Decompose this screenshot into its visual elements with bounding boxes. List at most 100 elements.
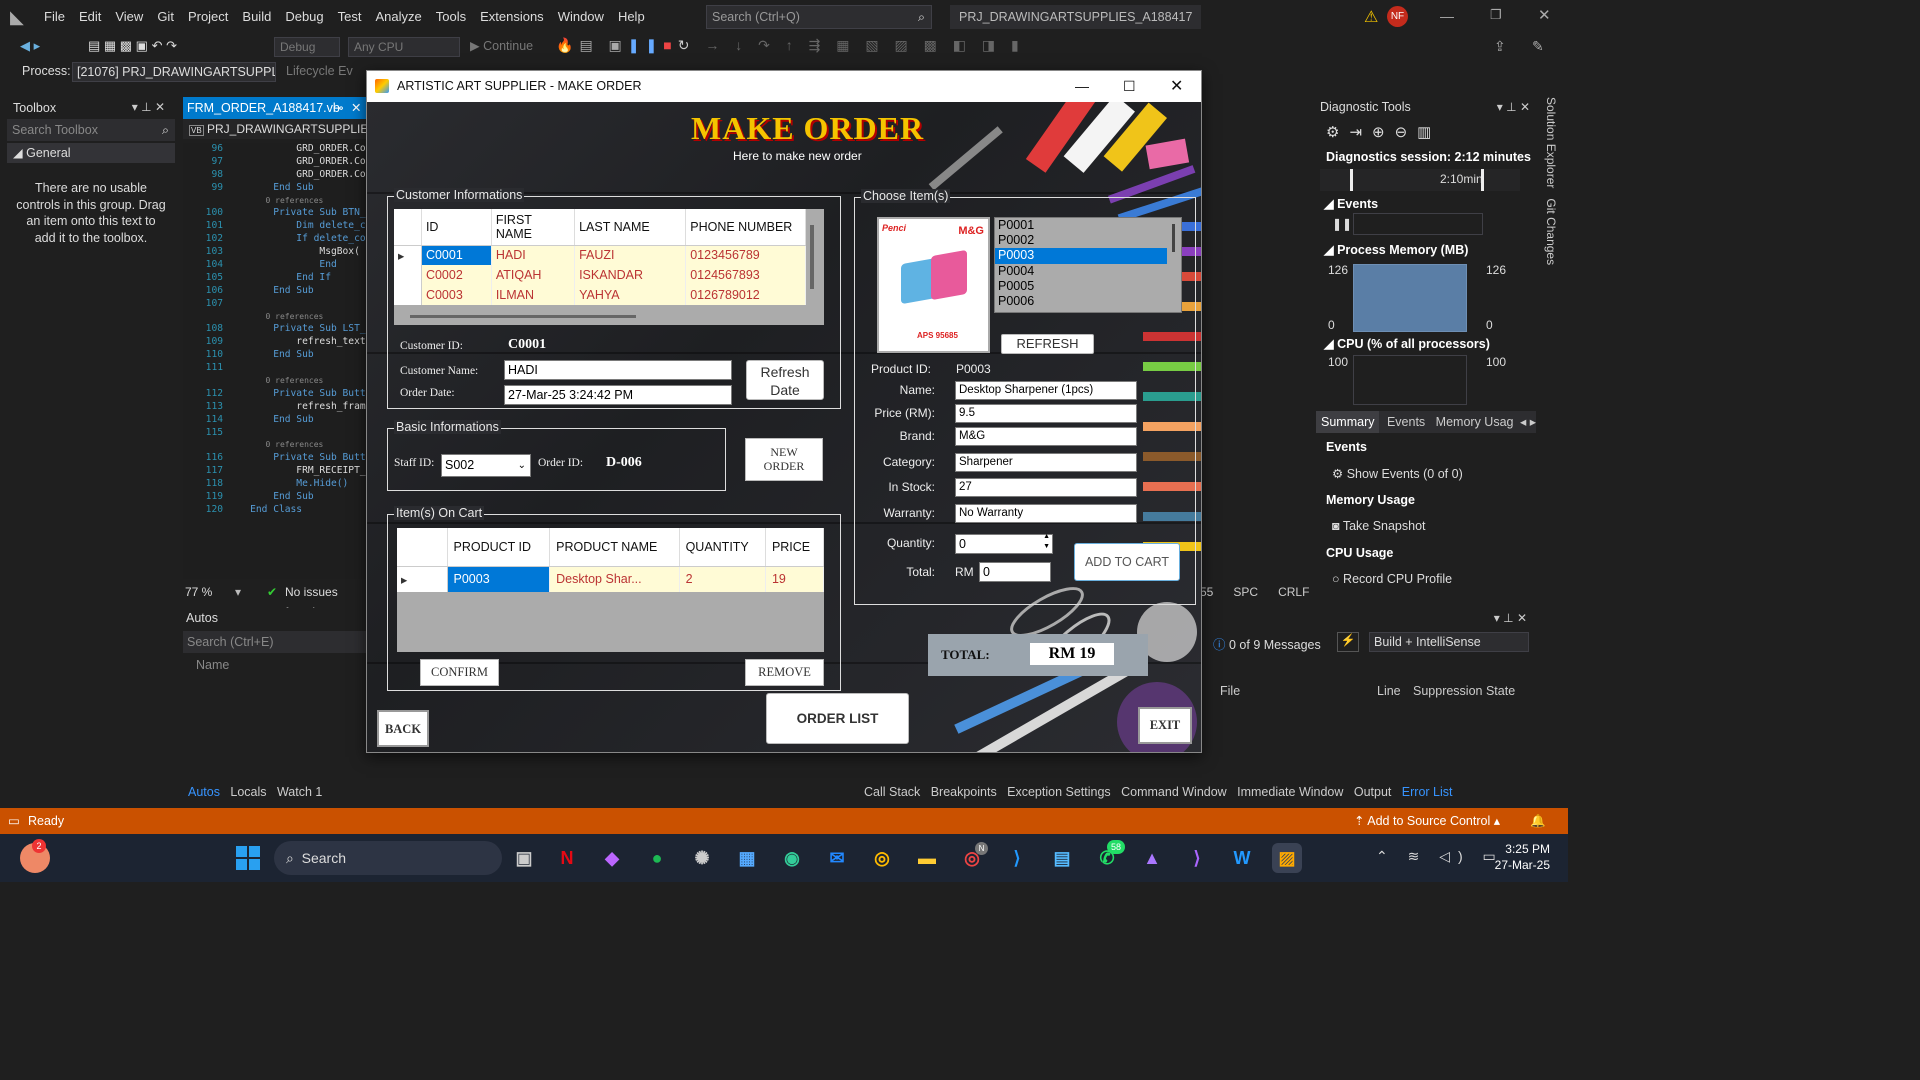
task-view-icon[interactable]: ▣ xyxy=(509,843,539,873)
customer-cell[interactable]: ISKANDAR xyxy=(574,265,687,285)
product-list-item[interactable]: P0002 xyxy=(995,233,1167,248)
menu-debug[interactable]: Debug xyxy=(278,0,330,34)
file-toolbar-icons[interactable]: ▤ ▦ ▩ ▣ ↶ ↷ xyxy=(88,38,177,54)
user-avatar[interactable]: NF xyxy=(1387,6,1408,27)
customer-row[interactable]: ▸ C0001 HADI FAUZI 0123456789 xyxy=(394,245,806,265)
running-app-icon[interactable]: ▨ xyxy=(1272,843,1302,873)
menu-build[interactable]: Build xyxy=(235,0,278,34)
tab-summary[interactable]: Summary xyxy=(1316,411,1380,433)
row-header[interactable] xyxy=(394,265,422,285)
code-line[interactable]: 113 refresh_fram xyxy=(183,401,366,414)
menu-project[interactable]: Project xyxy=(181,0,235,34)
tab-scroll-icon[interactable]: ◂ ▸ xyxy=(1516,415,1536,429)
col-suppression[interactable]: Suppression State xyxy=(1413,684,1515,698)
code-line[interactable]: 98 GRD_ORDER.Co xyxy=(183,169,366,182)
close-tab-icon[interactable]: ✕ xyxy=(351,97,361,119)
chevron-down-icon[interactable]: ▾ xyxy=(235,582,241,602)
file-explorer-icon[interactable]: ▬ xyxy=(912,843,942,873)
start-icon[interactable] xyxy=(236,846,260,870)
code-line[interactable]: 106 End Sub xyxy=(183,285,366,298)
code-line[interactable]: 0 references xyxy=(183,311,366,324)
listbox-scrollbar[interactable] xyxy=(1172,224,1175,252)
confirm-button[interactable]: CONFIRM xyxy=(420,659,499,686)
code-line[interactable]: 118 Me.Hide() xyxy=(183,478,366,491)
code-line[interactable]: 115 xyxy=(183,427,366,440)
restore-icon[interactable]: ❐ xyxy=(1490,7,1502,23)
menu-test[interactable]: Test xyxy=(331,0,369,34)
customer-grid[interactable]: ID FIRST NAME LAST NAME PHONE NUMBER ▸ C0001 H… xyxy=(394,209,824,325)
row-header[interactable] xyxy=(394,285,422,305)
customer-col-header[interactable]: LAST NAME xyxy=(574,209,687,246)
tab-call-stack[interactable]: Call Stack xyxy=(864,785,920,799)
row-header[interactable]: ▸ xyxy=(397,566,448,592)
process-dropdown[interactable]: [21076] PRJ_DRAWINGARTSUPPLIE xyxy=(72,62,276,82)
customer-cell[interactable]: C0001 xyxy=(421,245,492,265)
visual-studio-icon[interactable]: ⟩ xyxy=(1182,843,1212,873)
cart-cell[interactable]: 2 xyxy=(679,566,766,592)
tab-git-changes[interactable]: Git Changes xyxy=(1544,198,1558,265)
diag-events-header[interactable]: ◢ Events xyxy=(1324,196,1378,211)
chatgpt-icon[interactable]: ✺ xyxy=(687,843,717,873)
customer-row[interactable]: C0003 ILMAN YAHYA 0126789012 xyxy=(394,285,806,305)
back-nav-icon[interactable]: ◀ ▸ xyxy=(20,38,40,54)
code-line[interactable]: 120 End Class xyxy=(183,504,366,517)
editor-breadcrumb[interactable]: VB PRJ_DRAWINGARTSUPPLIES_A xyxy=(183,119,366,139)
customer-col-header[interactable]: FIRST NAME xyxy=(491,209,576,246)
vs-search-box[interactable]: Search (Ctrl+Q) ⌕ xyxy=(706,5,932,29)
customer-name-field[interactable]: HADI xyxy=(504,360,732,380)
grid-hscrollbar[interactable] xyxy=(410,315,636,318)
new-order-button[interactable]: NEW ORDER xyxy=(745,438,823,481)
pause-icon[interactable]: ❚❚ xyxy=(1332,217,1352,231)
code-line[interactable]: 117 FRM_RECEIPT_ xyxy=(183,465,366,478)
customer-cell[interactable]: YAHYA xyxy=(574,285,687,305)
cart-col-header[interactable]: QUANTITY xyxy=(679,528,766,567)
close-icon[interactable]: ✕ xyxy=(1170,71,1183,102)
menu-help[interactable]: Help xyxy=(611,0,652,34)
product-list-item[interactable]: P0004 xyxy=(995,264,1167,279)
outlook-icon[interactable]: ✉ xyxy=(822,843,852,873)
debug-controls[interactable]: 🔥▤ ▣❚❚■↻ → ↓ ↷ ↑ ⇶ ▦ ▧ ▨ ▩ ◧ ◨ ▮ xyxy=(556,37,1025,54)
code-line[interactable]: 97 GRD_ORDER.Co xyxy=(183,156,366,169)
diag-cpu-header[interactable]: ◢ CPU (% of all processors) xyxy=(1324,336,1490,351)
code-line[interactable]: 102 If delete_co xyxy=(183,233,366,246)
quantity-stepper[interactable]: 0 ▲ ▼ xyxy=(955,532,1053,554)
diag-timeline[interactable]: 2:10min xyxy=(1320,169,1520,191)
source-control-button[interactable]: ⇡ Add to Source Control ▴ xyxy=(1354,808,1500,834)
show-events-link[interactable]: ⚙ Show Events (0 of 0) xyxy=(1332,466,1463,481)
stepper-arrows-icon[interactable]: ▲ ▼ xyxy=(1043,532,1050,552)
tab-immediate-window[interactable]: Immediate Window xyxy=(1237,785,1343,799)
cart-cell[interactable]: Desktop Shar... xyxy=(549,566,680,592)
paint-icon[interactable]: ▲ xyxy=(1137,843,1167,873)
code-line[interactable]: 110 End Sub xyxy=(183,349,366,362)
continue-button[interactable]: ▶ Continue xyxy=(470,38,533,53)
customer-cell[interactable]: C0002 xyxy=(421,265,492,285)
pin-icon[interactable]: ✎ xyxy=(1532,38,1544,55)
taskbar-search[interactable]: ⌕ Search xyxy=(274,841,502,875)
panel-controls-icon[interactable]: ▾ ⊥ ✕ xyxy=(1494,611,1527,625)
cart-cell[interactable]: P0003 xyxy=(447,566,551,592)
product-field-value[interactable]: No Warranty xyxy=(955,504,1137,523)
code-line[interactable]: 108 Private Sub LST_ xyxy=(183,323,366,336)
build-filter-dropdown[interactable]: Build + IntelliSense xyxy=(1369,632,1529,652)
toolbox-search[interactable]: Search Toolbox ⌕ xyxy=(7,119,175,141)
code-line[interactable]: 114 End Sub xyxy=(183,414,366,427)
cart-col-header[interactable]: PRODUCT ID xyxy=(447,528,551,567)
customer-cell[interactable]: FAUZI xyxy=(574,245,687,265)
copilot-icon[interactable]: ◆ xyxy=(597,843,627,873)
code-line[interactable]: 99 End Sub xyxy=(183,182,366,195)
notification-bell-icon[interactable]: 🔔 xyxy=(1530,808,1546,834)
tab-error-list[interactable]: Error List xyxy=(1402,785,1453,799)
product-list-item[interactable]: P0006 xyxy=(995,294,1167,309)
product-field-value[interactable]: 9.5 xyxy=(955,404,1137,423)
customer-row[interactable]: C0002 ATIQAH ISKANDAR 0124567893 xyxy=(394,265,806,285)
total-field[interactable]: 0 xyxy=(979,562,1051,582)
add-to-cart-button[interactable]: ADD TO CART xyxy=(1074,543,1180,581)
editor-tab[interactable]: FRM_ORDER_A188417.vb ⊸ ✕ xyxy=(183,97,366,119)
code-line[interactable]: 105 End If xyxy=(183,272,366,285)
col-file[interactable]: File xyxy=(1220,684,1240,698)
product-field-value[interactable]: Sharpener xyxy=(955,453,1137,472)
store-icon[interactable]: ▦ xyxy=(732,843,762,873)
code-editor[interactable]: 96 GRD_ORDER.Co 97 GRD_ORDER.Co 98 GRD_ORD… xyxy=(183,143,366,579)
menu-extensions[interactable]: Extensions xyxy=(473,0,551,34)
customer-cell[interactable]: 0126789012 xyxy=(685,285,806,305)
